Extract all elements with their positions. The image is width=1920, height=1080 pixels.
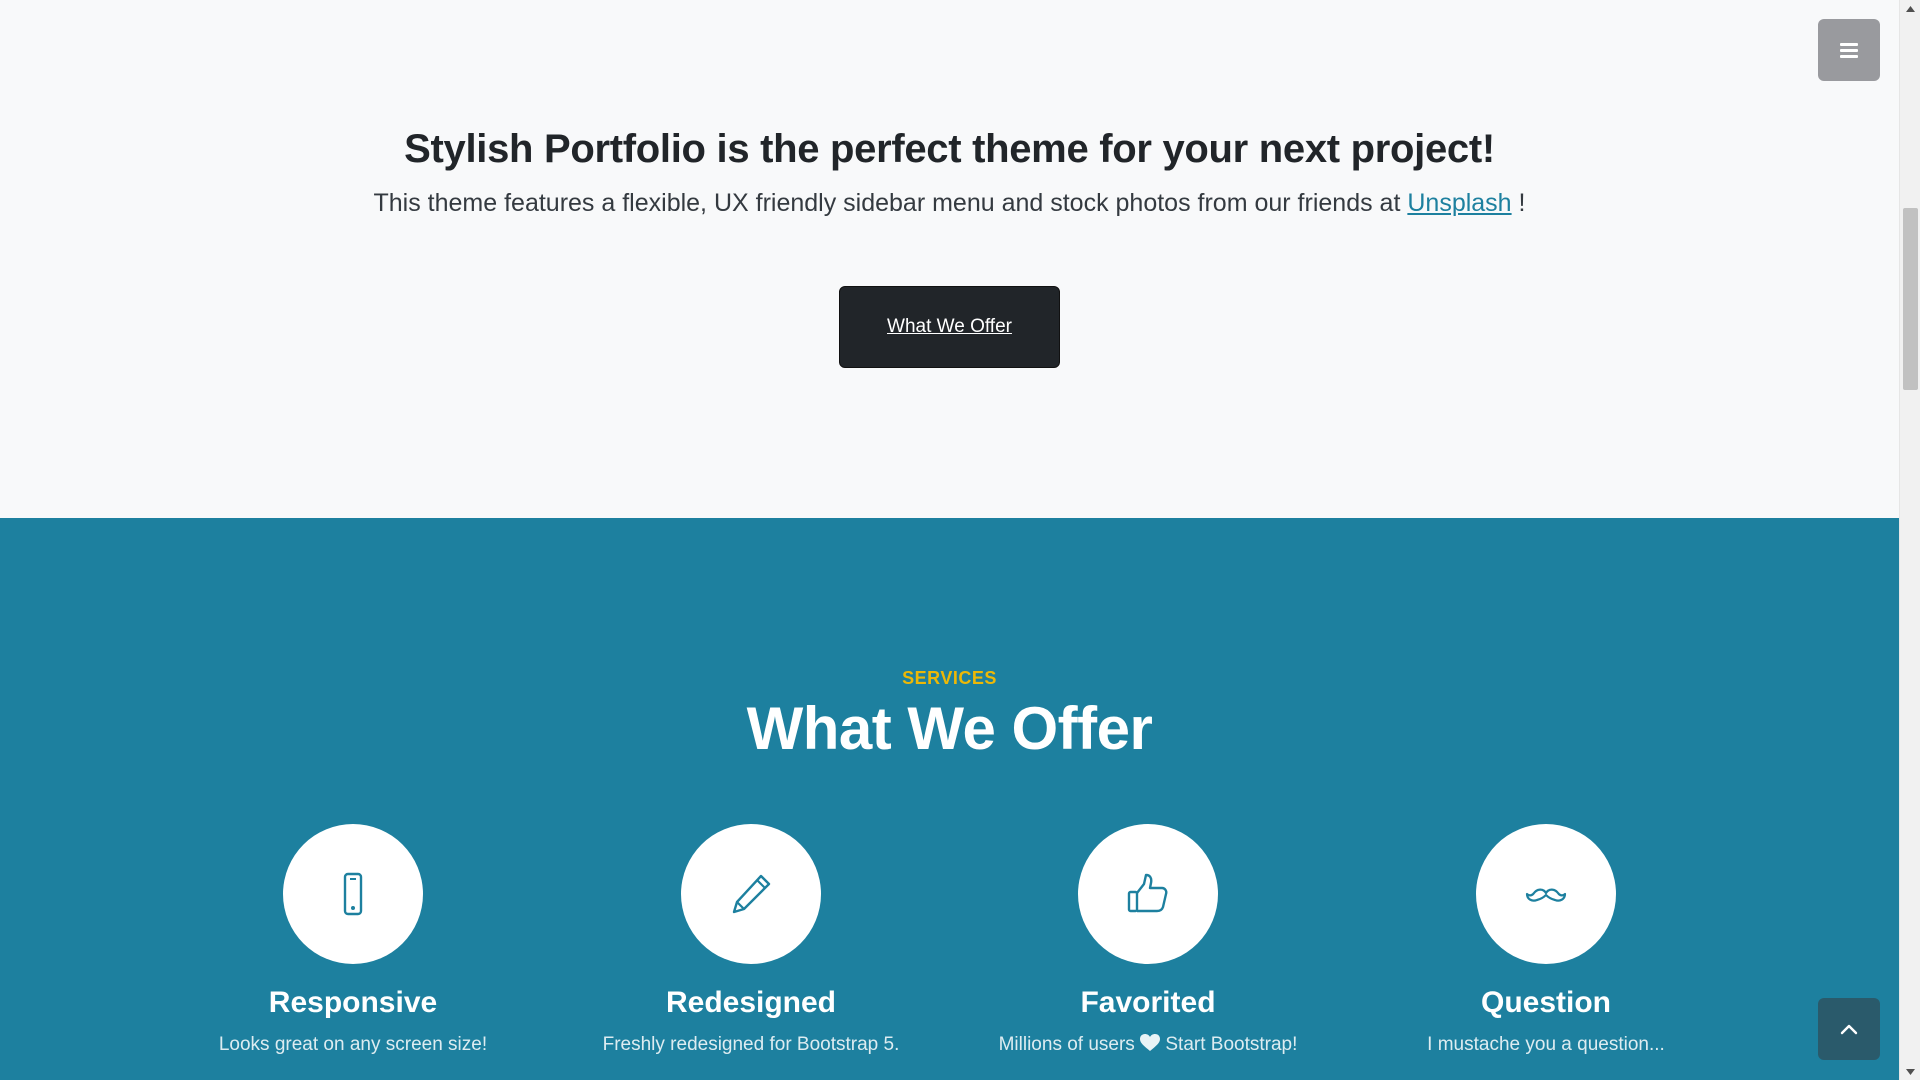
about-section: Stylish Portfolio is the perfect theme f… bbox=[0, 0, 1899, 518]
service-item-favorited: Favorited Millions of users Start Bootst… bbox=[948, 824, 1348, 1056]
hamburger-icon bbox=[1840, 43, 1858, 58]
about-lead-text: This theme features a flexible, UX frien… bbox=[373, 189, 1401, 217]
services-subheading: SERVICES bbox=[902, 668, 997, 688]
service-text: Millions of users Start Bootstrap! bbox=[948, 1034, 1348, 1056]
service-item-question: Question I mustache you a question... bbox=[1346, 824, 1746, 1056]
mustache-icon bbox=[1525, 888, 1567, 902]
service-icon-circle bbox=[1078, 824, 1218, 964]
service-text: Looks great on any screen size! bbox=[218, 1034, 488, 1055]
scroll-down-arrow[interactable] bbox=[1900, 1063, 1920, 1080]
pencil-icon bbox=[732, 874, 771, 914]
chevron-up-icon bbox=[1840, 1024, 1858, 1035]
service-text: Freshly redesigned for Bootstrap 5. bbox=[602, 1034, 900, 1055]
unsplash-link[interactable]: Unsplash bbox=[1407, 189, 1511, 217]
service-text: I mustache you a question... bbox=[1427, 1034, 1665, 1055]
service-title: Favorited bbox=[1080, 986, 1216, 1019]
triangle-up-icon bbox=[1906, 5, 1915, 12]
services-title: What We Offer bbox=[746, 695, 1153, 762]
service-icon-circle bbox=[283, 824, 423, 964]
page: Stylish Portfolio is the perfect theme f… bbox=[0, 0, 1899, 1080]
service-icon-circle bbox=[681, 824, 821, 964]
page-scrollbar[interactable] bbox=[1899, 0, 1920, 1080]
services-section: SERVICES What We Offer Responsive Looks … bbox=[0, 518, 1899, 1080]
scrollbar-thumb[interactable] bbox=[1903, 208, 1918, 390]
heart-icon bbox=[1140, 1034, 1161, 1051]
what-we-offer-button[interactable]: What We Offer bbox=[839, 286, 1060, 368]
triangle-down-icon bbox=[1906, 1068, 1915, 1075]
service-title: Question bbox=[1480, 986, 1611, 1019]
about-lead-suffix: ! bbox=[1518, 189, 1526, 217]
service-icon-circle bbox=[1476, 824, 1616, 964]
about-title: Stylish Portfolio is the perfect theme f… bbox=[404, 127, 1495, 171]
scroll-to-top-button[interactable] bbox=[1818, 998, 1880, 1060]
thumbs-up-icon bbox=[1127, 873, 1168, 913]
service-text-before: Millions of users bbox=[998, 1034, 1135, 1055]
about-lead: This theme features a flexible, UX frien… bbox=[0, 189, 1899, 218]
service-item-responsive: Responsive Looks great on any screen siz… bbox=[153, 824, 553, 1056]
phone-icon bbox=[343, 872, 363, 916]
service-item-redesigned: Redesigned Freshly redesigned for Bootst… bbox=[551, 824, 951, 1056]
service-title: Responsive bbox=[268, 986, 438, 1019]
service-title: Redesigned bbox=[665, 986, 837, 1019]
service-text-after: Start Bootstrap! bbox=[1165, 1034, 1298, 1055]
menu-toggle-button[interactable] bbox=[1818, 19, 1880, 81]
scroll-up-arrow[interactable] bbox=[1900, 0, 1920, 17]
